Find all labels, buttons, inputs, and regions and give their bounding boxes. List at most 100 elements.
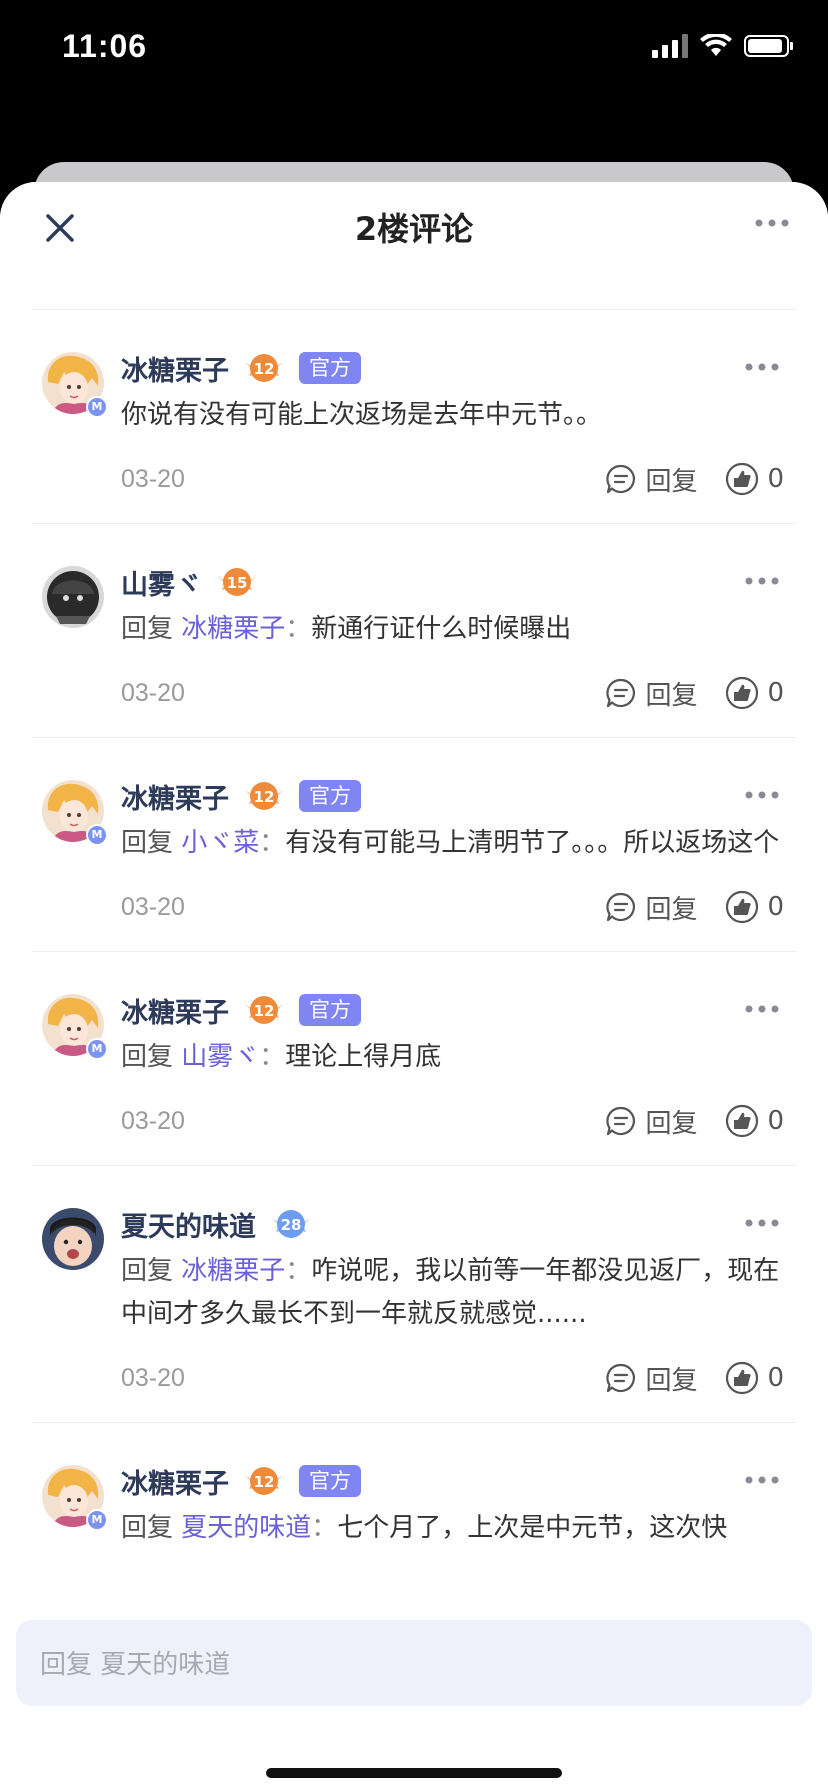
like-button[interactable]: 0: [725, 462, 784, 496]
reply-target[interactable]: 冰糖栗子: [181, 1256, 285, 1286]
signal-icon: [652, 34, 688, 58]
reply-button[interactable]: 回复: [605, 889, 697, 926]
comment-body: 新通行证什么时候曝出: [311, 614, 572, 644]
comment-item: 夏天的味道 28 回复 冰糖栗子：咋说呢，我以前等一年都没见返厂，现在中间才多久…: [32, 1166, 796, 1423]
official-tag: 官方: [299, 994, 361, 1026]
comment-text: 回复 冰糖栗子：咋说呢，我以前等一年都没见返厂，现在中间才多久最长不到一年就反就…: [121, 1250, 796, 1336]
comment-actions: 回复 0: [605, 461, 784, 498]
comment-date: 03-20: [121, 1363, 185, 1392]
comment-date: 03-20: [121, 892, 185, 921]
comment-meta: 03-20 回复 0: [121, 1358, 796, 1398]
comment-actions: 回复 0: [605, 889, 784, 926]
reply-button-label: 回复: [645, 1365, 698, 1396]
official-tag: 官方: [299, 1465, 361, 1497]
username[interactable]: 冰糖栗子: [121, 777, 229, 816]
reply-colon: ：: [259, 828, 286, 858]
comments-sheet: 2楼评论 M 冰糖栗子 12 官方 你说有没有可能上次返场是去年中元节。。 03…: [0, 182, 828, 1792]
reply-target[interactable]: 夏天的味道: [181, 1513, 311, 1543]
username[interactable]: 冰糖栗子: [121, 991, 229, 1030]
reply-colon: ：: [311, 1513, 338, 1543]
username[interactable]: 山雾ヾ: [121, 563, 202, 602]
reply-label: 回复: [121, 1513, 182, 1543]
reply-target[interactable]: 冰糖栗子: [181, 614, 285, 644]
like-count: 0: [767, 1363, 784, 1393]
like-button[interactable]: 0: [725, 890, 784, 924]
more-options-icon[interactable]: [754, 218, 790, 228]
comment-actions: 回复 0: [605, 675, 784, 712]
level-badge-icon: 15: [218, 568, 256, 596]
comment-meta: 03-20 回复 0: [121, 673, 796, 713]
username[interactable]: 冰糖栗子: [121, 1462, 229, 1501]
reply-button[interactable]: 回复: [605, 1360, 697, 1397]
reply-colon: ：: [259, 1042, 286, 1072]
comment-item: M 冰糖栗子 12 官方 你说有没有可能上次返场是去年中元节。。 03-20 回…: [32, 310, 796, 524]
reply-label: 回复: [121, 1256, 182, 1286]
name-line: 夏天的味道 28: [121, 1204, 796, 1244]
comment-date: 03-20: [121, 678, 185, 707]
like-count: 0: [767, 464, 784, 494]
name-line: 冰糖栗子 12 官方: [121, 348, 796, 388]
comment-more-icon[interactable]: [744, 362, 780, 372]
like-icon: [726, 676, 759, 710]
official-tag: 官方: [299, 352, 361, 384]
avatar[interactable]: [42, 1208, 104, 1270]
comment-more-icon[interactable]: [744, 790, 780, 800]
comment-more-icon[interactable]: [744, 1004, 780, 1014]
avatar[interactable]: M: [42, 1465, 108, 1531]
comment-more-icon[interactable]: [744, 576, 780, 586]
avatar[interactable]: [42, 566, 104, 628]
avatar[interactable]: M: [42, 780, 108, 846]
like-count: 0: [767, 892, 784, 922]
comment-meta: 03-20 回复 0: [121, 1101, 796, 1141]
member-badge: M: [86, 1038, 108, 1060]
comment-item: M 冰糖栗子 12 官方 回复 山雾ヾ：理论上得月底 03-20 回复 0: [32, 952, 796, 1166]
comment-body: 七个月了，上次是中元节，这次快: [337, 1513, 728, 1543]
reply-icon: [606, 678, 636, 708]
name-line: 冰糖栗子 12 官方: [121, 990, 796, 1030]
comment-more-icon[interactable]: [744, 1218, 780, 1228]
avatar[interactable]: M: [42, 994, 108, 1060]
svg-text:28: 28: [281, 1216, 302, 1234]
reply-button[interactable]: 回复: [605, 1103, 697, 1140]
comment-more-icon[interactable]: [744, 1475, 780, 1485]
reply-button[interactable]: 回复: [605, 461, 697, 498]
svg-text:12: 12: [254, 360, 275, 378]
name-line: 山雾ヾ 15: [121, 562, 796, 602]
comment-date: 03-20: [121, 464, 185, 493]
avatar[interactable]: M: [42, 352, 108, 418]
comment-item: M 冰糖栗子 12 官方 回复 夏天的味道：七个月了，上次是中元节，这次快: [32, 1423, 796, 1550]
official-tag: 官方: [299, 780, 361, 812]
like-button[interactable]: 0: [725, 676, 784, 710]
comment-item: 山雾ヾ 15 回复 冰糖栗子：新通行证什么时候曝出 03-20 回复 0: [32, 524, 796, 738]
status-icons: [652, 34, 794, 58]
like-icon: [726, 1361, 759, 1395]
member-badge: M: [86, 824, 108, 846]
reply-button-label: 回复: [645, 680, 698, 711]
home-indicator[interactable]: [266, 1768, 562, 1778]
username[interactable]: 夏天的味道: [121, 1205, 256, 1244]
reply-icon: [606, 1106, 636, 1136]
comment-text: 回复 夏天的味道：七个月了，上次是中元节，这次快: [121, 1507, 796, 1550]
svg-text:12: 12: [254, 1002, 275, 1020]
like-button[interactable]: 0: [725, 1104, 784, 1138]
status-time: 11:06: [62, 28, 148, 64]
reply-target[interactable]: 小ヾ菜: [181, 828, 259, 858]
comment-date: 03-20: [121, 1106, 185, 1135]
reply-input-placeholder: 回复 夏天的味道: [40, 1650, 231, 1680]
comment-item: M 冰糖栗子 12 官方 回复 小ヾ菜：有没有可能马上清明节了。。。所以返场这个…: [32, 738, 796, 952]
level-badge-icon: 28: [272, 1210, 310, 1238]
comment-text: 回复 山雾ヾ：理论上得月底: [121, 1036, 796, 1079]
like-button[interactable]: 0: [725, 1361, 784, 1395]
reply-colon: ：: [285, 614, 312, 644]
reply-button[interactable]: 回复: [605, 675, 697, 712]
username[interactable]: 冰糖栗子: [121, 349, 229, 388]
reply-label: 回复: [121, 828, 182, 858]
comment-text: 你说有没有可能上次返场是去年中元节。。: [121, 394, 796, 437]
like-count: 0: [767, 678, 784, 708]
name-line: 冰糖栗子 12 官方: [121, 1461, 796, 1501]
reply-icon: [606, 464, 636, 494]
reply-target[interactable]: 山雾ヾ: [181, 1042, 259, 1072]
reply-input[interactable]: 回复 夏天的味道: [16, 1620, 812, 1706]
member-badge: M: [86, 1509, 108, 1531]
level-badge-icon: 12: [245, 354, 283, 382]
